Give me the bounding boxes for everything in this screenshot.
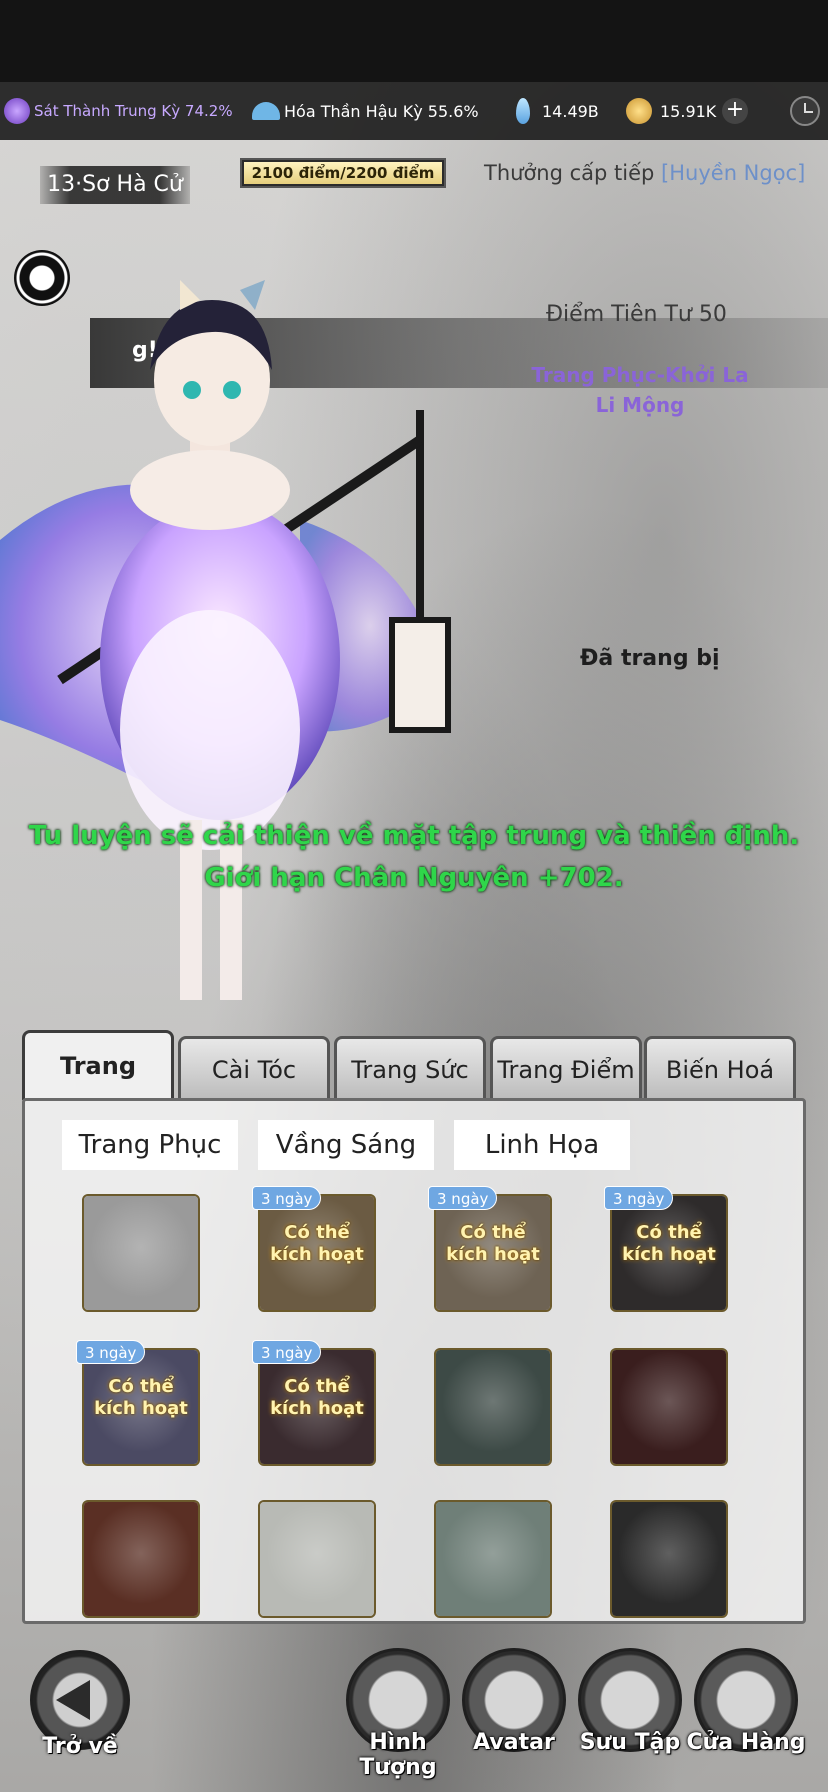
outfit-item[interactable]: 3 ngày Có thể kích hoạt	[428, 1186, 552, 1312]
outfit-item[interactable]: 3 ngày Có thể kích hoạt	[252, 1186, 376, 1312]
crystal-amount: 14.49B	[542, 101, 599, 121]
activatable-label: Có thể kích hoạt	[436, 1222, 550, 1266]
crystal-icon	[516, 98, 530, 124]
tien-tu-points: Điểm Tiên Tư 50	[546, 302, 727, 327]
outfit-item[interactable]	[434, 1348, 552, 1466]
outfit-item[interactable]	[434, 1500, 552, 1618]
outfit-item[interactable]	[258, 1500, 376, 1618]
back-arrow-icon	[56, 1680, 90, 1720]
tab-cai-toc[interactable]: Cài Tóc	[178, 1036, 330, 1098]
coin-amount: 15.91K	[660, 101, 717, 121]
subtab-linh-hoa[interactable]: Linh Họa	[454, 1120, 630, 1170]
nav-cua-hang-button[interactable]: Cửa Hàng	[687, 1648, 805, 1755]
outfit-thumbnail	[84, 1196, 198, 1310]
realm2-display: Hóa Thần Hậu Kỳ 55.6%	[252, 82, 479, 140]
tab-trang-diem[interactable]: Trang Điểm	[490, 1036, 642, 1098]
equipped-status: Đã trang bị	[580, 646, 720, 671]
duration-badge: 3 ngày	[76, 1340, 146, 1364]
tab-bien-hoa[interactable]: Biến Hoá	[644, 1036, 796, 1098]
outfit-item[interactable]	[82, 1500, 200, 1618]
nav-label: Cửa Hàng	[686, 1730, 806, 1755]
activatable-line2: kích hoạt	[446, 1244, 540, 1265]
activatable-label: Có thể kích hoạt	[612, 1222, 726, 1266]
outfit-thumbnail	[436, 1502, 550, 1616]
outfit-item[interactable]	[82, 1194, 200, 1312]
realm-display: Sát Thành Trung Kỳ 74.2%	[4, 82, 233, 140]
activatable-line2: kích hoạt	[270, 1244, 364, 1265]
next-reward[interactable]: Thưởng cấp tiếp [Huyền Ngọc]	[484, 158, 805, 188]
duration-badge: 3 ngày	[604, 1186, 674, 1210]
nav-label: Avatar	[473, 1730, 555, 1755]
outfit-thumbnail	[612, 1350, 726, 1464]
nav-label: Sưu Tập	[579, 1730, 681, 1755]
next-reward-label: Thưởng cấp tiếp	[484, 161, 655, 185]
character-illustration	[0, 280, 451, 1000]
crystal-display: 14.49B	[516, 82, 599, 140]
clock-icon[interactable]	[790, 96, 820, 126]
outfit-item[interactable]: 3 ngày Có thể kích hoạt	[76, 1340, 200, 1466]
activatable-line1: Có thể	[284, 1376, 350, 1397]
outfit-item[interactable]	[610, 1348, 728, 1466]
nav-hinh-tuong-button[interactable]: Hình Tượng	[346, 1648, 450, 1780]
subtab-trang-phuc[interactable]: Trang Phục	[62, 1120, 238, 1170]
nav-suu-tap-button[interactable]: Sưu Tập	[578, 1648, 682, 1755]
realm-icon	[4, 98, 30, 124]
subtab-vang-sang[interactable]: Vầng Sáng	[258, 1120, 434, 1170]
level-label: 13·Sơ Hà Cử	[40, 166, 190, 204]
activatable-line2: kích hoạt	[622, 1244, 716, 1265]
next-reward-item[interactable]: [Huyền Ngọc]	[661, 161, 805, 185]
activatable-line2: kích hoạt	[94, 1398, 188, 1419]
duration-badge: 3 ngày	[252, 1340, 322, 1364]
duration-badge: 3 ngày	[252, 1186, 322, 1210]
activatable-line2: kích hoạt	[270, 1398, 364, 1419]
outfit-thumbnail	[436, 1350, 550, 1464]
nav-label: Hình Tượng	[359, 1730, 437, 1780]
back-label: Trở về	[42, 1734, 118, 1759]
back-button[interactable]: Trở về	[30, 1650, 130, 1759]
activatable-label: Có thể kích hoạt	[84, 1376, 198, 1420]
outfit-thumbnail	[260, 1502, 374, 1616]
fan-icon	[252, 102, 280, 120]
outfit-item[interactable]: 3 ngày Có thể kích hoạt	[604, 1186, 728, 1312]
outfit-item[interactable]: 3 ngày Có thể kích hoạt	[252, 1340, 376, 1466]
realm2-text: Hóa Thần Hậu Kỳ 55.6%	[284, 101, 479, 121]
nav-avatar-button[interactable]: Avatar	[462, 1648, 566, 1755]
activatable-line1: Có thể	[636, 1222, 702, 1243]
duration-badge: 3 ngày	[428, 1186, 498, 1210]
points-text: 2100 điểm/2200 điểm	[244, 162, 442, 184]
outfit-thumbnail	[84, 1502, 198, 1616]
outfit-description: Tu luyện sẽ cải thiện về mặt tập trung v…	[28, 821, 800, 893]
category-tabs: Trang Phục Cài Tóc Trang Sức Trang Điểm …	[22, 1030, 806, 1146]
coin-display: 15.91K	[626, 82, 716, 140]
tab-trang-suc[interactable]: Trang Sức	[334, 1036, 486, 1098]
points-bar: 2100 điểm/2200 điểm	[240, 158, 446, 188]
currency-bar: Sát Thành Trung Kỳ 74.2% Hóa Thần Hậu Kỳ…	[0, 82, 828, 140]
add-currency-button[interactable]: +	[722, 98, 748, 124]
coin-icon	[626, 98, 652, 124]
activatable-line1: Có thể	[460, 1222, 526, 1243]
activatable-line1: Có thể	[108, 1376, 174, 1397]
realm-text: Sát Thành Trung Kỳ 74.2%	[34, 102, 233, 120]
outfit-thumbnail	[612, 1502, 726, 1616]
status-area	[0, 0, 828, 82]
activatable-line1: Có thể	[284, 1222, 350, 1243]
tab-trang-phuc[interactable]: Trang Phục	[22, 1030, 174, 1146]
activatable-label: Có thể kích hoạt	[260, 1222, 374, 1266]
outfit-item[interactable]	[610, 1500, 728, 1618]
activatable-label: Có thể kích hoạt	[260, 1376, 374, 1420]
